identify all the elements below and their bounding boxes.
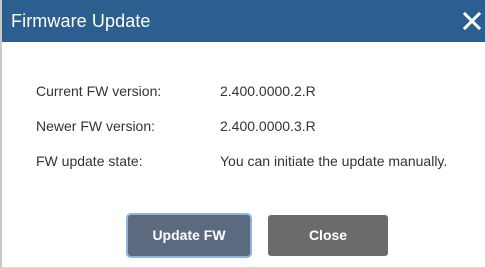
firmware-update-dialog: Firmware Update Current FW version: 2.40… — [0, 0, 485, 268]
dialog-titlebar: Firmware Update — [2, 0, 485, 42]
fw-update-state-label: FW update state: — [36, 153, 143, 169]
newer-fw-version-value: 2.400.0000.3.R — [220, 118, 316, 134]
update-fw-button[interactable]: Update FW — [128, 215, 250, 256]
dialog-title: Firmware Update — [11, 11, 151, 31]
current-fw-version-value: 2.400.0000.2.R — [220, 83, 316, 99]
close-icon[interactable] — [460, 9, 484, 33]
close-button[interactable]: Close — [268, 215, 388, 256]
fw-update-state-value: You can initiate the update manually. — [220, 153, 448, 169]
current-fw-version-label: Current FW version: — [36, 83, 162, 99]
newer-fw-version-label: Newer FW version: — [36, 118, 156, 134]
